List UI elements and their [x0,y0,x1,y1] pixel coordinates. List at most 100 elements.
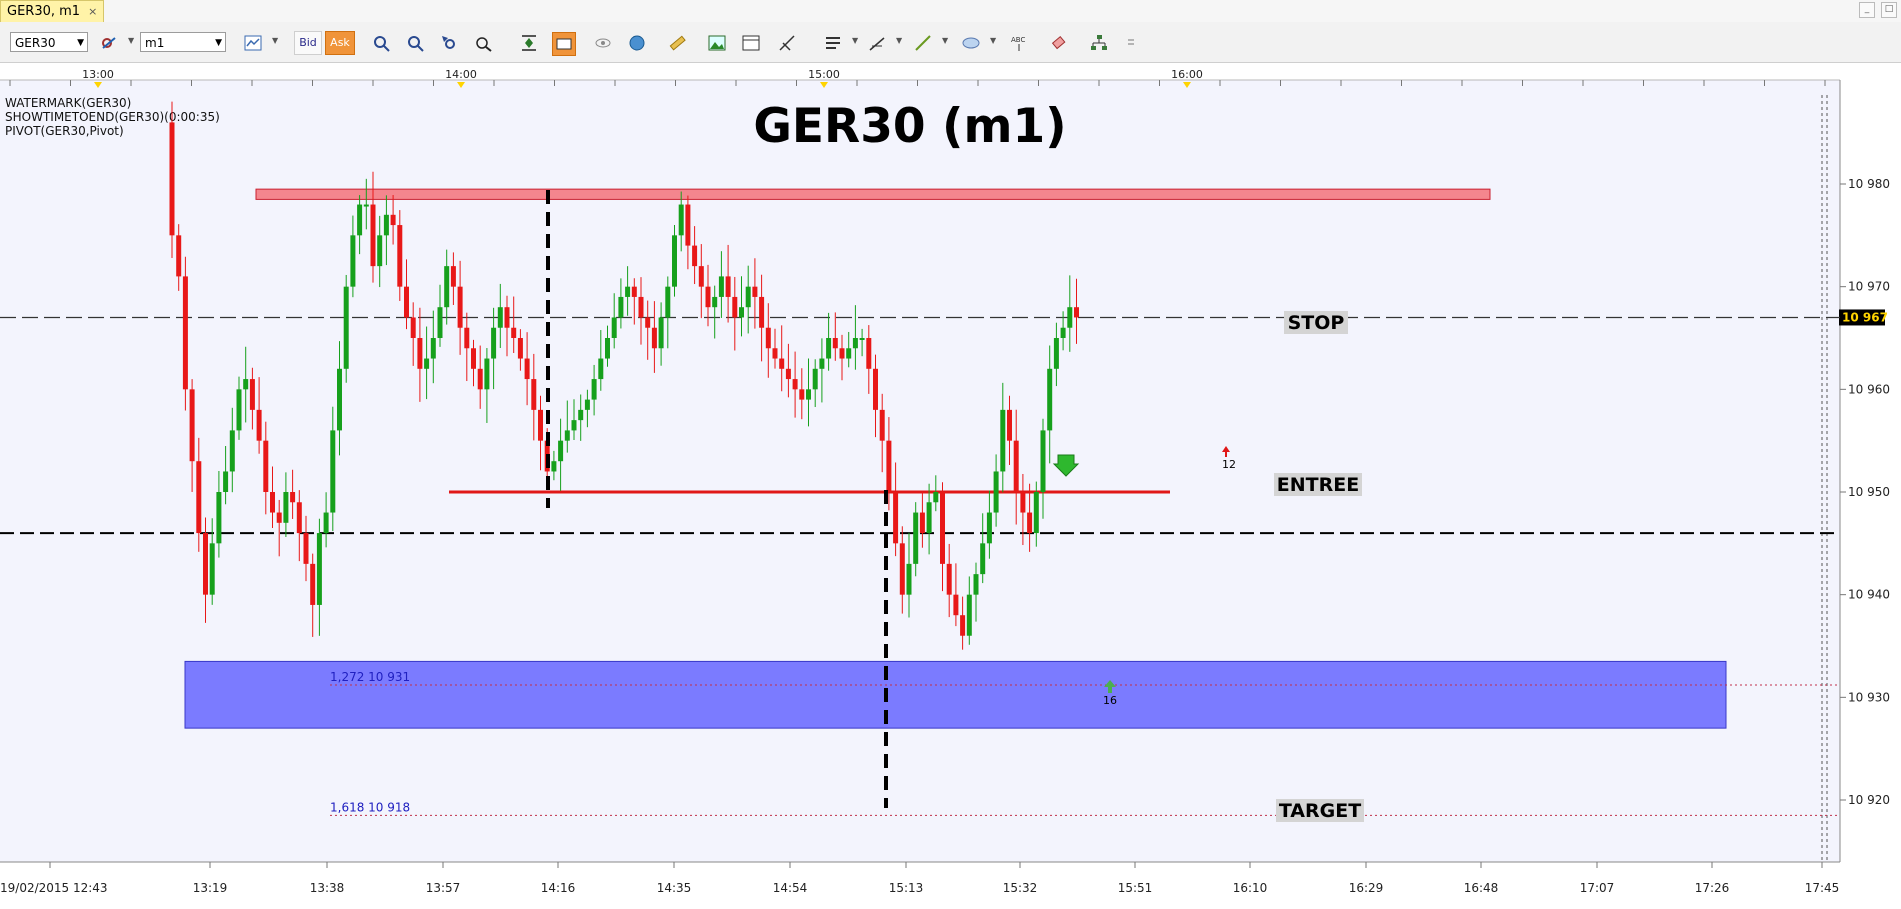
bottom-time-label: 14:35 [657,881,692,895]
candle-body [1027,512,1033,534]
candle-body [243,379,249,390]
candle-body [1060,327,1066,339]
symbol-select[interactable]: GER30 ▼ [10,32,88,52]
toolbar-overflow-icon[interactable] [1120,32,1142,54]
candle-body [745,286,751,308]
candle-body [176,235,182,277]
zoom-out-icon[interactable] [404,32,426,54]
candle-body [980,543,986,575]
candle-body [618,296,624,318]
candle-body [933,492,939,503]
ellipse-icon[interactable] [960,32,982,54]
candle-body [343,286,349,369]
chevron-down-icon[interactable]: ▼ [128,36,134,45]
zoom-area-icon[interactable] [472,32,494,54]
candle-body [812,368,818,390]
candle-body [316,533,322,605]
ruler-icon[interactable] [666,32,688,54]
candle-body [182,276,188,390]
candle-body [886,440,892,493]
horizontal-lines-icon[interactable] [822,32,844,54]
close-icon[interactable]: × [88,2,97,22]
candle-body [236,389,242,431]
candle-body [678,204,684,236]
price-tick-label: 10 960 [1848,382,1890,396]
maximize-icon[interactable]: □ [1881,2,1897,18]
candle-body [591,379,597,400]
candle-body [739,307,744,318]
level-badge-label: STOP [1288,312,1345,334]
crosshair-icon[interactable] [776,32,798,54]
candle-body [216,492,222,544]
candle-body [765,327,771,349]
candle-body [464,327,470,349]
candle-body [806,389,811,400]
globe-icon[interactable] [626,32,648,54]
candle-body [651,327,657,349]
window-controls: _ □ [1859,2,1897,18]
chart-type-icon[interactable] [242,32,264,54]
chevron-down-icon[interactable]: ▼ [272,36,278,45]
chevron-down-icon[interactable]: ▼ [942,36,948,45]
pen-icon[interactable] [866,32,888,54]
candle-body [772,348,778,359]
candle-body [290,492,296,503]
candle-body [665,286,671,318]
indicator-label: WATERMARK(GER30) [5,96,131,110]
candle-body [953,594,959,616]
candle-body [196,461,202,534]
candle-body [859,338,865,341]
image-icon[interactable] [706,32,728,54]
candle-body [377,235,383,267]
candle-body [263,440,269,493]
zoom-in-icon[interactable] [370,32,392,54]
chart-tab[interactable]: GER30, m1 × [0,0,105,23]
screenshot-icon[interactable] [552,32,576,56]
chevron-down-icon[interactable]: ▼ [990,36,996,45]
fit-chart-icon[interactable] [518,32,540,54]
link-symbol-icon[interactable] [98,32,120,54]
candle-body [450,266,456,287]
trendline-icon[interactable] [912,32,934,54]
support-zone[interactable] [184,660,1727,729]
candle-body [323,512,329,534]
candle-body [310,563,316,605]
minimize-icon[interactable]: _ [1859,2,1875,18]
objects-tree-icon[interactable] [1088,32,1110,54]
cursor-zoom-icon[interactable] [438,32,460,54]
candle-body [256,409,262,441]
bid-button[interactable]: Bid [294,31,322,55]
chart-area[interactable]: GER30 (m1) WATERMARK(GER30) SHOWTIMETOEN… [0,63,1901,905]
candle-body [732,296,738,318]
candle-body [357,204,363,236]
candle-body [551,461,557,472]
candle-body [383,214,389,236]
candle-body [203,533,208,595]
chevron-down-icon[interactable]: ▼ [852,36,858,45]
candle-body [484,358,490,390]
window-icon[interactable] [740,32,762,54]
candle-body [712,296,718,308]
eye-icon[interactable] [592,32,614,54]
eraser-icon[interactable] [1048,32,1070,54]
candle-body [799,389,805,400]
top-time-label: 13:00 [82,68,114,81]
bottom-time-label: 13:38 [310,881,345,895]
ask-button[interactable]: Ask [325,31,355,55]
price-tick-label: 10 930 [1848,690,1890,704]
candle-body [504,307,510,328]
text-tool-icon[interactable]: ABC [1008,32,1030,54]
chart-title: GER30 (m1) [753,99,1066,154]
candle-body [718,276,724,297]
price-chart[interactable]: GER30 (m1) WATERMARK(GER30) SHOWTIMETOEN… [0,63,1901,905]
candle-body [497,307,503,328]
candle-body [926,502,932,534]
resistance-zone[interactable] [255,188,1491,200]
candle-body [832,338,838,349]
bottom-time-label: 13:19 [193,881,228,895]
timeframe-select[interactable]: m1 ▼ [140,32,226,52]
candle-body [303,533,309,564]
chevron-down-icon[interactable]: ▼ [896,36,902,45]
candle-body [444,266,450,308]
candle-body [658,317,664,349]
